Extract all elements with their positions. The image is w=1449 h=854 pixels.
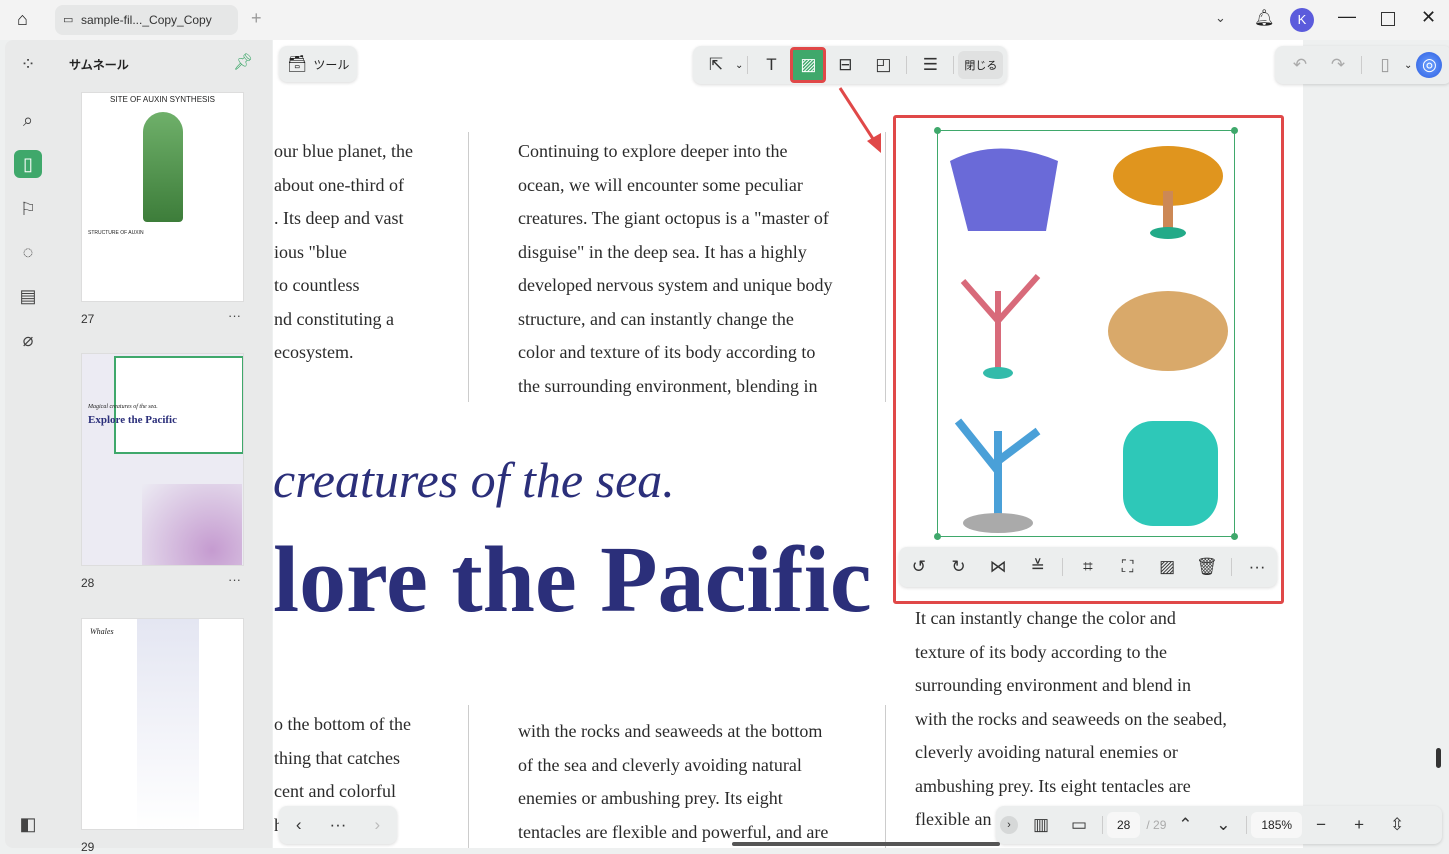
layers-icon[interactable]: ◧ — [14, 810, 42, 838]
fit-page-icon[interactable]: ⇳ — [1382, 810, 1412, 840]
bookmark-icon[interactable]: ⚐ — [14, 195, 42, 223]
grid-icon[interactable]: ⁘ — [14, 50, 42, 78]
thumb-subheading: STRUCTURE OF AUXIN — [88, 230, 144, 236]
thumbnail-page-27[interactable]: SITE OF AUXIN SYNTHESIS STRUCTURE OF AUX… — [81, 92, 244, 302]
tools-button[interactable]: 🗃︎ ツール — [279, 46, 358, 82]
vertical-scrollbar[interactable] — [1436, 748, 1441, 768]
comment-icon[interactable]: ◌ — [14, 238, 42, 266]
thumbnail-page-28[interactable]: Magical creatures of the sea. Explore th… — [81, 353, 244, 566]
text-column-2-bottom: with the rocks and seaweeds at the botto… — [518, 721, 829, 842]
thumb-subheading: Magical creatures of the sea. — [88, 404, 158, 410]
settings-sliders-icon[interactable]: ☰ — [915, 50, 945, 80]
left-rail: ⁘ ⌕ ▯ ⚐ ◌ ▤ ⌀ ◧ — [5, 40, 50, 848]
watermark-tool-icon[interactable]: ◰ — [868, 50, 898, 80]
thumbnail-page-29[interactable]: Whales — [81, 618, 244, 830]
next-page-icon[interactable]: ⌄ — [1208, 810, 1238, 840]
page-title: lore the Pacific — [273, 528, 872, 632]
more-icon[interactable]: ··· — [1242, 552, 1272, 582]
thumb-heading: Explore the Pacific — [88, 414, 177, 426]
rotate-right-icon[interactable]: ↻ — [943, 552, 973, 582]
rotate-left-icon[interactable]: ↺ — [904, 552, 934, 582]
toolbox-icon: 🗃︎ — [287, 56, 308, 73]
more-icon[interactable]: ··· — [323, 810, 353, 840]
text-column-3-bottom: It can instantly change the color and tex… — [915, 608, 1227, 829]
link-tool-icon[interactable]: ⊟ — [830, 50, 860, 80]
chevron-down-icon[interactable]: ⌄ — [1404, 60, 1412, 71]
thumbnail-icon[interactable]: ▯ — [14, 150, 42, 178]
thumb-heading: SITE OF AUXIN SYNTHESIS — [110, 95, 215, 104]
image-toolbar: ↺ ↻ ⋈ ≚ ⌗ ⛶ ▨ 🗑︎ ··· — [899, 547, 1277, 587]
undo-icon[interactable]: ↶ — [1285, 50, 1315, 80]
previous-page-icon[interactable]: ⌃ — [1170, 810, 1200, 840]
flip-vertical-icon[interactable]: ≚ — [1023, 552, 1053, 582]
coral-image — [950, 146, 1228, 533]
zoom-out-icon[interactable]: − — [1306, 810, 1336, 840]
avatar[interactable]: K — [1290, 8, 1314, 32]
page-number-input[interactable]: 28 — [1107, 812, 1141, 838]
document-tab[interactable]: ▭ sample-fil..._Copy_Copy — [55, 5, 238, 35]
chevron-down-icon[interactable]: ⌄ — [1215, 10, 1226, 26]
crop-icon[interactable]: ⌗ — [1073, 552, 1103, 582]
more-button[interactable]: ··· — [228, 572, 241, 587]
delete-icon[interactable]: 🗑︎ — [1192, 552, 1222, 582]
extract-image-icon[interactable]: ⛶ — [1113, 552, 1143, 582]
panel-title: サムネール — [69, 58, 129, 72]
search-icon[interactable]: ⌕ — [14, 106, 42, 134]
subtitle: creatures of the sea. — [273, 452, 675, 508]
chevron-down-icon[interactable]: ⌄ — [735, 60, 743, 71]
bell-icon[interactable]: 🔔︎ — [1254, 8, 1274, 28]
text-column-2-top: Continuing to explore deeper into the oce… — [518, 141, 833, 396]
more-button[interactable]: ··· — [228, 308, 241, 323]
zoom-level[interactable]: 185% — [1251, 812, 1303, 838]
edit-toolbar: ⇱ ⌄ T ▨ ⊟ ◰ ☰ 閉じる — [693, 46, 1008, 84]
form-icon[interactable]: ▤ — [14, 282, 42, 310]
thumb-heading: Whales — [90, 627, 114, 636]
home-icon[interactable]: ⌂ — [17, 9, 28, 30]
history-toolbar: ↶ ↷ ▯ ⌄ ◎ — [1275, 46, 1449, 84]
flip-horizontal-icon[interactable]: ⋈ — [983, 552, 1013, 582]
expand-icon[interactable]: › — [1000, 816, 1018, 834]
minimize-button[interactable]: — — [1338, 6, 1356, 27]
text-tool-icon[interactable]: T — [756, 50, 786, 80]
image-tool-icon[interactable]: ▨ — [790, 47, 827, 83]
zoom-in-icon[interactable]: + — [1344, 810, 1374, 840]
chevron-right-icon[interactable]: › — [362, 810, 392, 840]
tab-title: sample-fil..._Copy_Copy — [81, 13, 212, 27]
ai-assistant-icon[interactable]: ◎ — [1416, 52, 1443, 78]
page-number: 28 — [81, 576, 95, 590]
pin-icon[interactable]: 📌︎ — [233, 52, 253, 72]
redo-icon[interactable]: ↷ — [1323, 50, 1353, 80]
comment-icon: ▭ — [63, 14, 74, 26]
page-nav-mini: ‹ ··· › — [279, 806, 397, 844]
selected-image[interactable] — [934, 127, 1238, 540]
close-edit-button[interactable]: 閉じる — [958, 51, 1004, 79]
close-window-button[interactable]: ✕ — [1421, 7, 1436, 28]
chevron-left-icon[interactable]: ‹ — [284, 810, 314, 840]
present-icon[interactable]: ▭ — [1064, 810, 1094, 840]
attachment-icon[interactable]: ⌀ — [14, 326, 42, 354]
new-tab-button[interactable]: + — [251, 8, 262, 29]
text-column-1-top: our blue planet, the about one-third of. … — [274, 141, 413, 362]
page-number: 27 — [81, 312, 95, 326]
horizontal-scrollbar[interactable] — [732, 842, 1000, 846]
replace-image-icon[interactable]: ▨ — [1152, 552, 1182, 582]
bottom-toolbar: › ▥ ▭ 28 / 29 ⌃ ⌄ 185% − + ⇳ — [996, 806, 1442, 844]
total-pages: / 29 — [1146, 818, 1167, 832]
save-icon[interactable]: ▯ — [1370, 50, 1400, 80]
reading-mode-icon[interactable]: ▥ — [1026, 810, 1056, 840]
tools-label: ツール — [313, 57, 350, 72]
maximize-button[interactable] — [1381, 12, 1395, 26]
thumbnail-panel: サムネール 📌︎ SITE OF AUXIN SYNTHESIS STRUCTU… — [50, 40, 272, 854]
pointer-arrow — [838, 87, 881, 153]
canvas-background — [1303, 40, 1449, 848]
select-cursor-icon[interactable]: ⇱ — [701, 50, 731, 80]
